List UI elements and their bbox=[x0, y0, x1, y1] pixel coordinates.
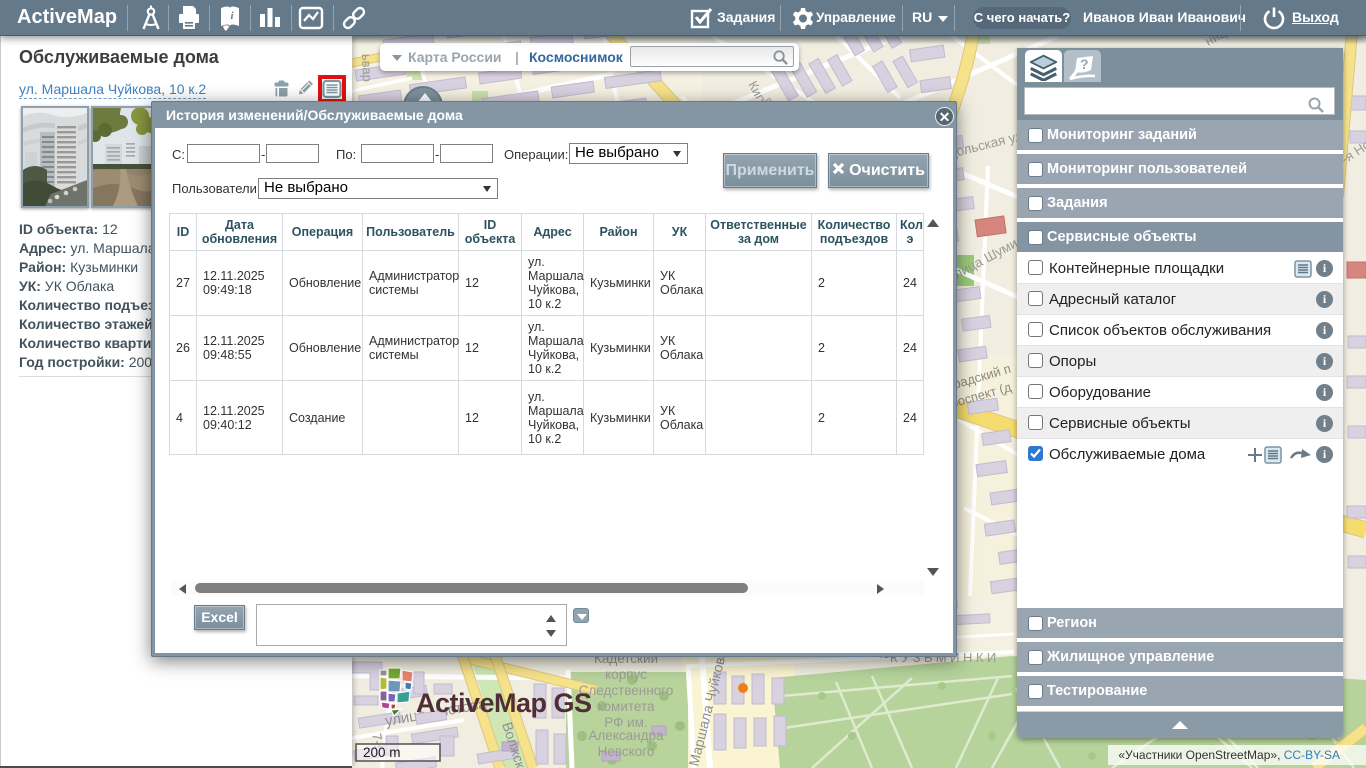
svg-text:200 m: 200 m bbox=[363, 745, 401, 760]
svg-text:ьвар: ьвар bbox=[359, 54, 375, 83]
svg-text:корпус: корпус bbox=[605, 667, 647, 682]
svg-text:Невского: Невского bbox=[598, 744, 655, 759]
svg-text:комитета: комитета bbox=[597, 699, 655, 714]
svg-text:Александра: Александра bbox=[588, 728, 664, 743]
svg-text:?: ? bbox=[1080, 56, 1089, 72]
svg-text:ActiveMap GS: ActiveMap GS bbox=[416, 688, 592, 718]
svg-text:Следственного: Следственного bbox=[579, 683, 674, 698]
